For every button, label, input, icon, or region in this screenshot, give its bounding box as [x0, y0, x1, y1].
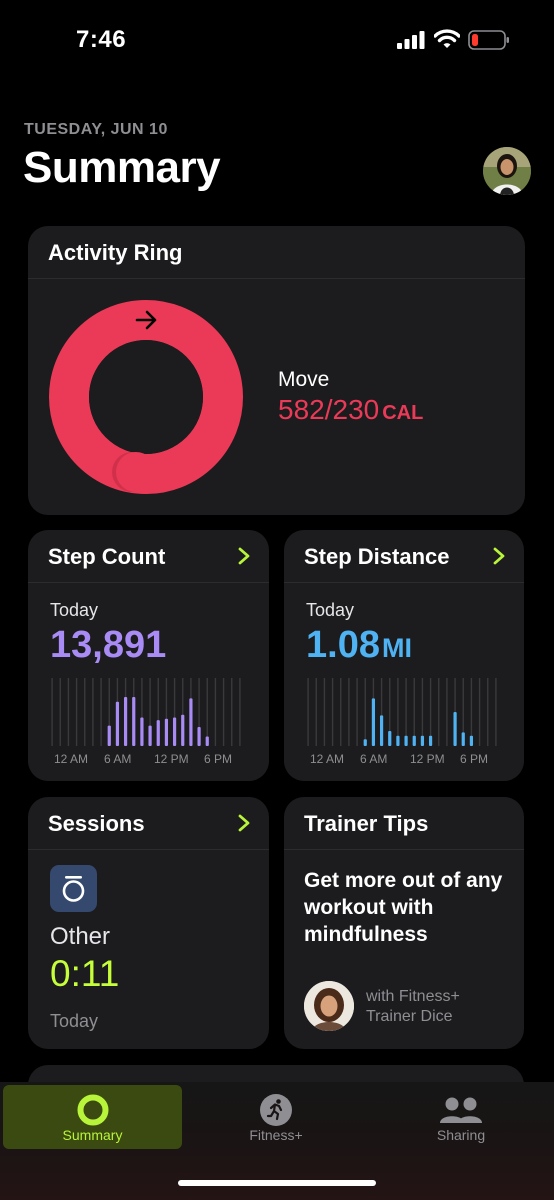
trainer-tip-text: Get more out of any workout with mindful…: [304, 869, 503, 946]
chart-bar: [412, 735, 416, 746]
tab-summary[interactable]: Summary: [3, 1085, 182, 1149]
axis-tick-label: 12 PM: [410, 752, 445, 766]
step-count-card[interactable]: Step Count Today 13,891 12 AM 6 AM 12 PM…: [28, 530, 269, 781]
trainer-tips-card[interactable]: Trainer Tips Get more out of any workout…: [284, 797, 524, 1049]
axis-tick-label: 12 AM: [310, 752, 345, 766]
trainer-tips-title: Trainer Tips: [304, 811, 429, 836]
axis-tick-label: 6 AM: [104, 752, 132, 766]
page-title: Summary: [23, 143, 221, 192]
home-indicator: [178, 1180, 376, 1186]
trainer-byline: with Fitness+ Trainer Dice: [366, 987, 506, 1027]
chart-bar: [189, 698, 193, 746]
chevron-right-icon[interactable]: [492, 546, 506, 566]
card-header: Step Count: [28, 530, 269, 583]
tab-fitness-plus[interactable]: Fitness+: [186, 1085, 366, 1149]
step-distance-title: Step Distance: [304, 544, 450, 569]
distance-unit: MI: [381, 633, 412, 663]
session-duration: 0:11: [50, 953, 120, 994]
chart-bar: [115, 701, 120, 746]
chart-bar: [396, 735, 400, 746]
chevron-right-icon[interactable]: [237, 546, 251, 566]
tab-label: Summary: [62, 1127, 123, 1143]
axis-tick-label: 12 PM: [154, 752, 189, 766]
chart-bar: [428, 735, 433, 746]
step-distance-card[interactable]: Step Distance Today 1.08MI 12 AM 6 AM 12…: [284, 530, 524, 781]
ring-arrow-icon: [135, 310, 157, 330]
fitness-runner-icon: [260, 1094, 292, 1126]
axis-tick-label: 6 PM: [204, 752, 233, 766]
profile-avatar[interactable]: [483, 147, 531, 195]
tab-label: Sharing: [436, 1127, 486, 1143]
trainer-byline-1: with Fitness+: [366, 988, 460, 1005]
card-header: Trainer Tips: [284, 797, 524, 850]
chart-bar: [404, 735, 408, 746]
header-date: TUESDAY, JUN 10: [24, 121, 168, 138]
step-count-value: 13,891: [50, 624, 167, 666]
chart-bar: [461, 732, 465, 746]
chart-bar: [379, 715, 384, 746]
axis-tick-label: 6 AM: [360, 752, 388, 766]
chart-bar: [453, 712, 457, 746]
sessions-title: Sessions: [48, 811, 145, 836]
chart-bar: [197, 726, 201, 746]
chart-bar: [181, 714, 185, 746]
distance-amount: 1.08: [306, 624, 380, 666]
trainer-byline-2: Trainer Dice: [366, 1008, 453, 1025]
card-header: Step Distance: [284, 530, 524, 583]
chart-bar: [164, 718, 169, 746]
chart-bar: [107, 725, 111, 746]
activity-ring-icon: [77, 1094, 108, 1126]
activity-ring-title: Activity Ring: [48, 240, 183, 265]
axis-tick-label: 6 PM: [460, 752, 489, 766]
move-label: Move: [278, 368, 330, 391]
step-distance-value: 1.08MI: [306, 624, 412, 667]
stopwatch-icon: [50, 865, 97, 912]
chart-bar: [363, 739, 367, 746]
chart-bar: [140, 717, 144, 746]
chart-bar: [469, 735, 474, 746]
sessions-card[interactable]: Sessions Other 0:11 Today: [28, 797, 269, 1049]
step-count-title: Step Count: [48, 544, 166, 569]
step-distance-today-label: Today: [306, 600, 355, 620]
chevron-right-icon[interactable]: [237, 813, 251, 833]
move-amount: 582/230: [278, 394, 380, 425]
wifi-icon: [434, 29, 460, 48]
step-count-today-label: Today: [50, 600, 99, 620]
tab-label: Fitness+: [249, 1127, 303, 1143]
axis-tick-label: 12 AM: [54, 752, 89, 766]
step-count-chart: [51, 678, 241, 746]
trainer-avatar: [304, 981, 354, 1031]
chart-bar: [123, 697, 128, 746]
step-distance-chart: [307, 678, 497, 746]
tab-sharing[interactable]: Sharing: [370, 1085, 552, 1149]
chart-bar: [148, 725, 152, 746]
session-name: Other: [50, 923, 111, 950]
chart-bar: [388, 731, 392, 746]
status-time: 7:46: [76, 26, 127, 53]
chart-bar: [172, 717, 177, 746]
chart-bar: [205, 736, 209, 746]
chart-bar: [371, 698, 376, 746]
move-value: 582/230 CAL: [278, 394, 423, 426]
move-unit: CAL: [382, 402, 424, 424]
session-day: Today: [50, 1011, 99, 1031]
card-header: Activity Ring: [28, 226, 525, 279]
chart-bar: [156, 720, 160, 746]
card-header: Sessions: [28, 797, 269, 850]
cellular-signal-icon: [397, 31, 425, 49]
chart-bar: [420, 735, 425, 746]
sharing-people-icon: [440, 1097, 482, 1123]
battery-icon: [468, 30, 509, 50]
chart-bar: [132, 697, 136, 746]
